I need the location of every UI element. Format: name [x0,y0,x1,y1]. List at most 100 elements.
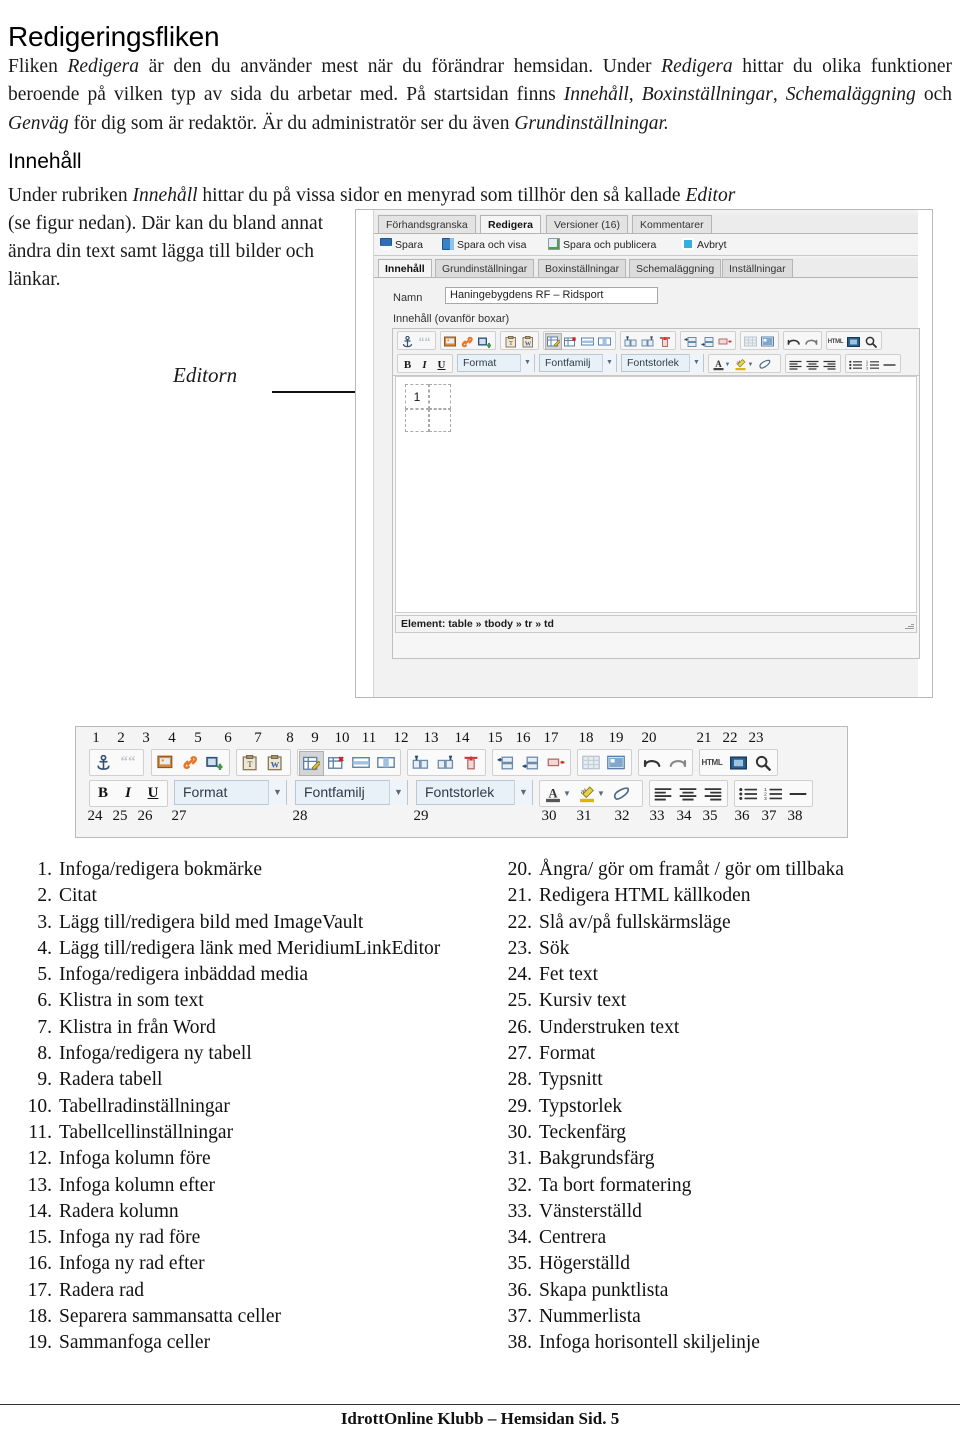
chevron-down-icon[interactable]: ▼ [602,354,616,372]
insert-column-after-icon[interactable] [435,752,457,773]
underline-button[interactable]: U [434,357,449,372]
html-source-icon[interactable]: HTML [828,334,844,349]
bullet-list-icon[interactable] [848,357,863,372]
insert-edit-table-icon[interactable] [299,751,324,776]
remove-formatting-icon[interactable] [757,357,772,372]
merge-cells-icon[interactable] [605,752,627,773]
resize-handle[interactable] [905,621,914,630]
chevron-down-icon[interactable]: ▼ [389,780,407,805]
fullscreen-icon[interactable] [727,752,749,773]
align-right-icon[interactable] [702,783,724,804]
table-cell-with-caret[interactable]: 1 [405,384,429,409]
table-row-properties-icon[interactable] [580,334,595,349]
bold-button[interactable]: B [400,357,415,372]
undo-icon[interactable] [641,752,663,773]
merge-cells-icon[interactable] [760,334,775,349]
insert-row-after-icon[interactable] [700,334,715,349]
redo-icon[interactable] [803,334,818,349]
insert-column-before-icon[interactable] [410,752,432,773]
paste-as-text-icon[interactable]: T [503,334,518,349]
paste-from-word-icon[interactable]: W [264,752,286,773]
quote-icon[interactable]: ““ [417,334,432,349]
insert-edit-table-icon[interactable] [545,333,562,350]
anchor-icon[interactable] [400,334,415,349]
chevron-down-icon[interactable]: ▼ [520,354,534,372]
chevron-down-icon[interactable]: ▼ [689,354,703,372]
search-icon[interactable] [752,752,774,773]
chevron-down-icon[interactable]: ▼ [747,357,754,372]
legend-format-combo[interactable]: Format ▼ [174,780,287,805]
delete-row-icon[interactable] [545,752,567,773]
chevron-down-icon[interactable]: ▼ [268,780,286,805]
save-and-publish-button[interactable]: Spara och publicera [548,237,656,253]
horizontal-rule-icon[interactable] [882,357,897,372]
legend-fontsize-combo[interactable]: Fontstorlek ▼ [416,780,533,805]
delete-column-icon[interactable] [657,334,672,349]
chevron-down-icon[interactable]: ▼ [562,783,572,804]
save-button[interactable]: Spara [380,237,423,253]
insert-column-before-icon[interactable] [623,334,638,349]
remove-formatting-icon[interactable] [610,783,632,804]
cancel-button[interactable]: Avbryt [682,237,727,253]
delete-row-icon[interactable] [717,334,732,349]
table-cell[interactable] [429,409,451,432]
split-merged-cells-icon[interactable] [580,752,602,773]
underline-button[interactable]: U [142,783,164,804]
italic-button[interactable]: I [417,357,432,372]
paste-from-word-icon[interactable]: W [520,334,535,349]
paste-as-text-icon[interactable]: T [239,752,261,773]
insert-row-before-icon[interactable] [495,752,517,773]
html-source-icon[interactable]: HTML [701,752,723,773]
redo-icon[interactable] [666,752,688,773]
tab-forhandsgranska[interactable]: Förhandsgranska [378,215,476,233]
background-color-icon[interactable]: ab [576,783,598,804]
tab-redigera[interactable]: Redigera [480,215,541,233]
legend-fontfamily-combo[interactable]: Fontfamilj ▼ [295,780,408,805]
chevron-down-icon[interactable]: ▼ [724,357,731,372]
align-center-icon[interactable] [677,783,699,804]
table-cell-properties-icon[interactable] [375,752,397,773]
numbered-list-icon[interactable]: 123 [762,783,784,804]
chevron-down-icon[interactable]: ▼ [514,780,532,805]
align-left-icon[interactable] [788,357,803,372]
delete-table-icon[interactable] [563,334,578,349]
bold-button[interactable]: B [92,783,114,804]
subtab-grundinstallningar[interactable]: Grundinställningar [435,259,535,277]
insert-row-after-icon[interactable] [520,752,542,773]
image-vault-icon[interactable] [443,334,458,349]
split-merged-cells-icon[interactable] [743,334,758,349]
numbered-list-icon[interactable]: 123 [865,357,880,372]
align-left-icon[interactable] [652,783,674,804]
format-combo[interactable]: Format ▼ [457,354,535,372]
embedded-media-icon[interactable] [204,752,226,773]
align-right-icon[interactable] [822,357,837,372]
insert-column-after-icon[interactable] [640,334,655,349]
undo-icon[interactable] [786,334,801,349]
quote-icon[interactable]: ““ [117,752,139,773]
fontsize-combo[interactable]: Fontstorlek ▼ [621,354,704,372]
save-and-view-button[interactable]: Spara och visa [442,237,526,253]
subtab-schemalaggning[interactable]: Schemaläggning [629,259,722,277]
search-icon[interactable] [863,334,878,349]
link-editor-icon[interactable] [460,334,475,349]
text-color-icon[interactable]: A [542,783,564,804]
insert-row-before-icon[interactable] [683,334,698,349]
tab-kommentarer[interactable]: Kommentarer [632,215,712,233]
link-editor-icon[interactable] [179,752,201,773]
delete-table-icon[interactable] [325,752,347,773]
table-cell-properties-icon[interactable] [597,334,612,349]
chevron-down-icon[interactable]: ▼ [596,783,606,804]
name-input[interactable]: Haningebygdens RF – Ridsport [445,287,658,304]
fullscreen-icon[interactable] [846,334,861,349]
fontfamily-combo[interactable]: Fontfamilj ▼ [539,354,617,372]
tab-versioner[interactable]: Versioner (16) [546,215,628,233]
delete-column-icon[interactable] [460,752,482,773]
horizontal-rule-icon[interactable] [787,783,809,804]
table-row-properties-icon[interactable] [350,752,372,773]
editor-canvas[interactable]: 1 [395,376,917,613]
subtab-installningar[interactable]: Inställningar [722,259,793,277]
embedded-media-icon[interactable] [477,334,492,349]
table-cell[interactable] [429,384,451,409]
italic-button[interactable]: I [117,783,139,804]
align-center-icon[interactable] [805,357,820,372]
